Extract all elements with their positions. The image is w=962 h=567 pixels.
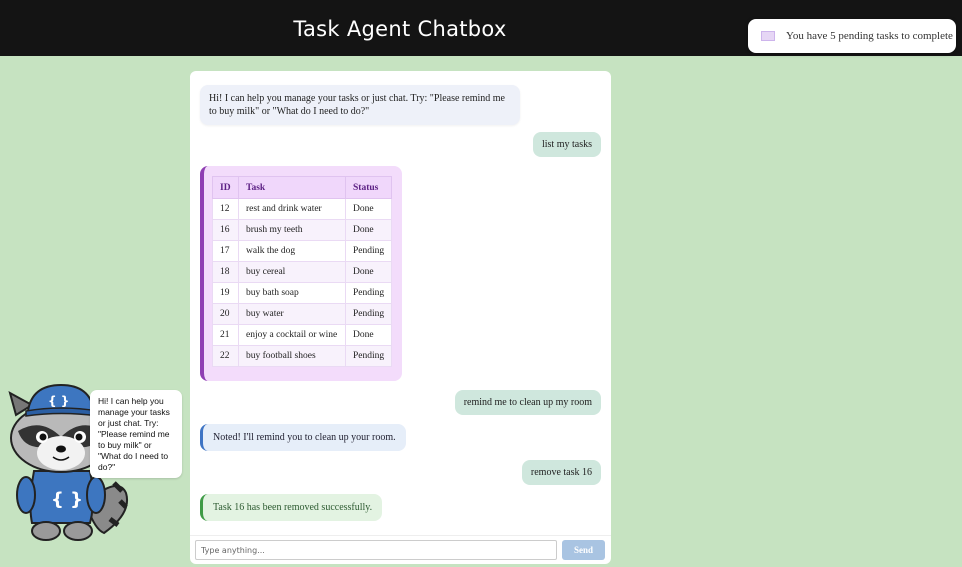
task-id: 18 <box>212 261 239 283</box>
app-title: Task Agent Chatbox <box>293 17 507 41</box>
table-row: 18 buy cereal Done <box>212 261 392 283</box>
notification-icon <box>761 31 775 41</box>
bot-success-message: Task 16 has been removed successfully. <box>200 494 383 521</box>
task-id: 19 <box>212 282 239 304</box>
user-message: list my tasks <box>532 132 601 157</box>
table-row: 20 buy water Pending <box>212 303 392 325</box>
task-status: Done <box>345 219 392 241</box>
task-id: 17 <box>212 240 239 262</box>
bot-greeting-message: Hi! I can help you manage your tasks or … <box>200 85 520 125</box>
svg-text:{ }: { } <box>51 489 83 510</box>
table-row: 12 rest and drink water Done <box>212 198 392 220</box>
column-header-status: Status <box>345 176 392 199</box>
task-name: buy football shoes <box>238 345 346 367</box>
notification-text: You have 5 pending tasks to complete <box>786 30 953 42</box>
task-status: Done <box>345 198 392 220</box>
task-status: Pending <box>345 240 392 262</box>
send-button[interactable]: Send <box>562 540 605 560</box>
task-status: Pending <box>345 282 392 304</box>
table-row: 21 enjoy a cocktail or wine Done <box>212 324 392 346</box>
task-name: enjoy a cocktail or wine <box>238 324 346 346</box>
task-status: Done <box>345 324 392 346</box>
task-name: brush my teeth <box>238 219 346 241</box>
chat-panel: Hi! I can help you manage your tasks or … <box>190 71 611 564</box>
user-message: remove task 16 <box>521 460 601 485</box>
task-name: buy bath soap <box>238 282 346 304</box>
task-name: buy water <box>238 303 346 325</box>
task-status: Pending <box>345 345 392 367</box>
pending-tasks-notification[interactable]: You have 5 pending tasks to complete <box>748 19 956 53</box>
table-row: 19 buy bath soap Pending <box>212 282 392 304</box>
table-row: 22 buy football shoes Pending <box>212 345 392 367</box>
task-id: 22 <box>212 345 239 367</box>
message-input[interactable] <box>195 540 557 560</box>
mascot-speech-bubble: Hi! I can help you manage your tasks or … <box>90 390 182 478</box>
column-header-id: ID <box>212 176 239 199</box>
column-header-task: Task <box>238 176 346 199</box>
task-id: 12 <box>212 198 239 220</box>
task-id: 21 <box>212 324 239 346</box>
table-row: 17 walk the dog Pending <box>212 240 392 262</box>
message-input-bar: Send <box>190 535 611 564</box>
svg-text:{ }: { } <box>48 394 69 408</box>
task-id: 20 <box>212 303 239 325</box>
task-list-message: ID Task Status 12 rest and drink water Don… <box>200 166 402 381</box>
bot-reminder-message: Noted! I'll remind you to clean up your … <box>200 424 406 451</box>
task-name: buy cereal <box>238 261 346 283</box>
task-name: walk the dog <box>238 240 346 262</box>
task-name: rest and drink water <box>238 198 346 220</box>
table-row: 16 brush my teeth Done <box>212 219 392 241</box>
table-header-row: ID Task Status <box>212 176 392 199</box>
task-table: ID Task Status 12 rest and drink water Don… <box>212 176 392 367</box>
user-message: remind me to clean up my room <box>454 390 601 415</box>
task-status: Done <box>345 261 392 283</box>
task-status: Pending <box>345 303 392 325</box>
task-id: 16 <box>212 219 239 241</box>
